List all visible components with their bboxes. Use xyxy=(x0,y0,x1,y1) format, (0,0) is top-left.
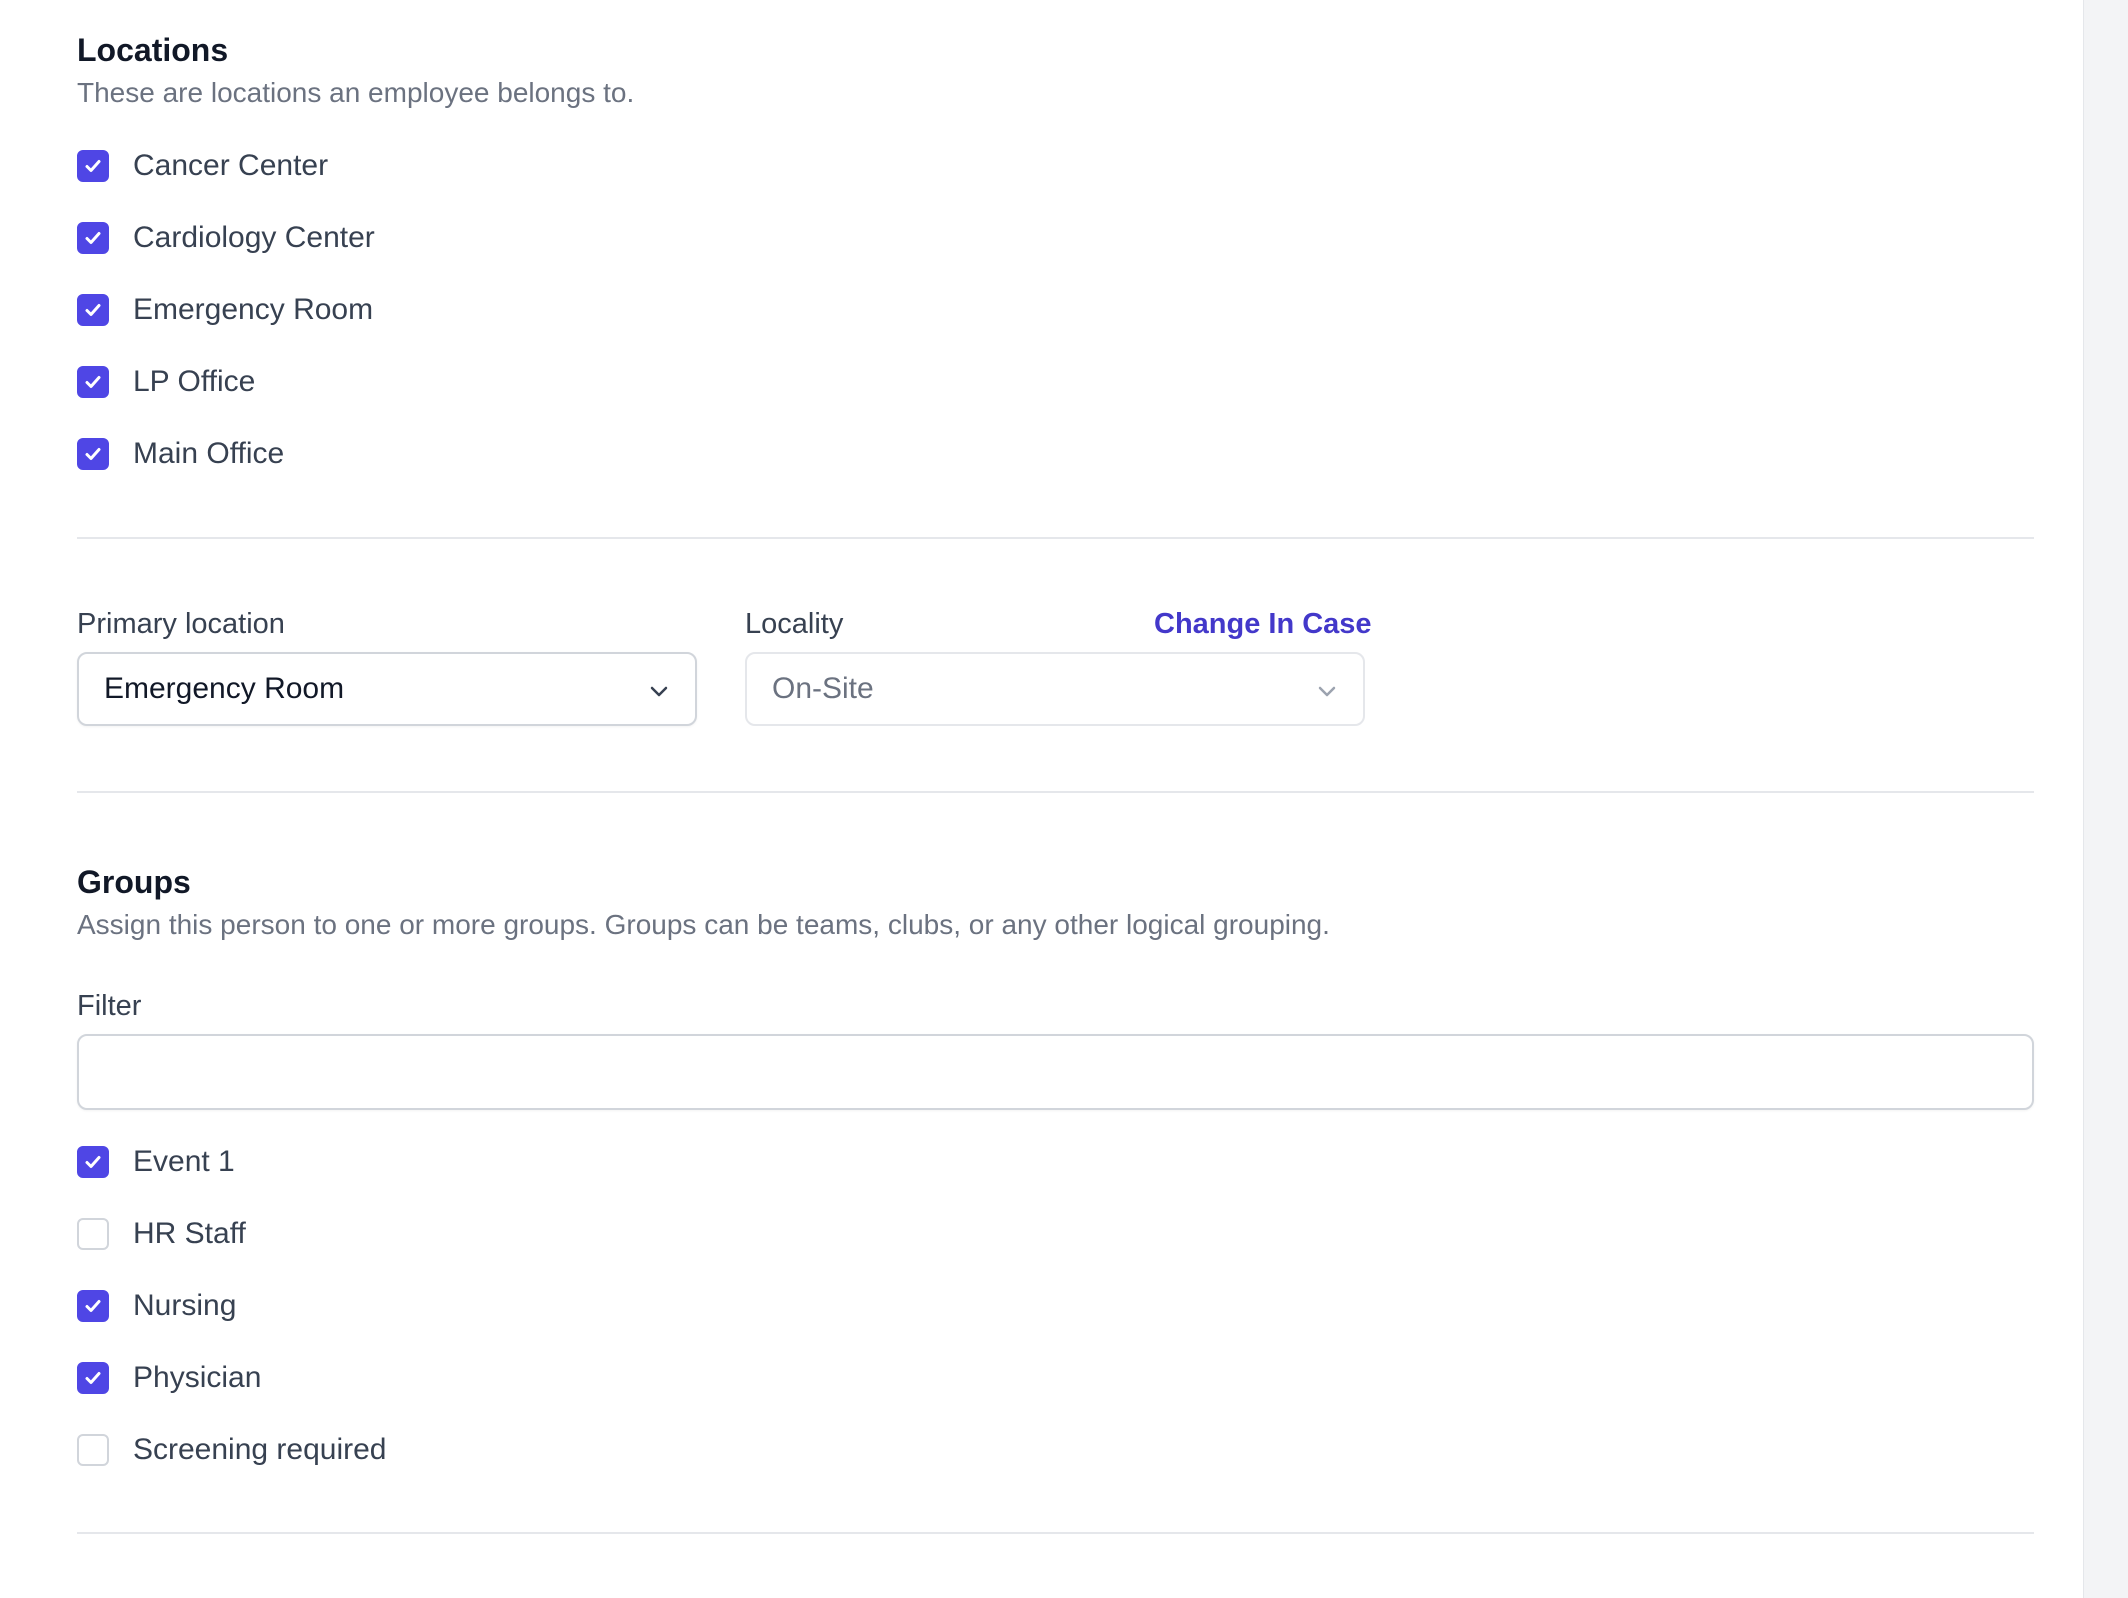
check-icon xyxy=(85,1372,101,1384)
check-icon xyxy=(85,1300,101,1312)
group-label: Screening required xyxy=(133,1433,387,1466)
locality-label: Locality xyxy=(745,608,844,640)
group-label: Nursing xyxy=(133,1289,237,1322)
checkbox-checked[interactable] xyxy=(77,150,109,182)
checkbox-checked[interactable] xyxy=(77,366,109,398)
check-icon xyxy=(85,160,101,172)
chevron-down-icon xyxy=(1318,686,1336,697)
group-item-event-1[interactable]: Event 1 xyxy=(77,1126,387,1198)
primary-location-value: Emergency Room xyxy=(104,672,345,705)
location-label: LP Office xyxy=(133,365,256,398)
checkbox-checked[interactable] xyxy=(77,294,109,326)
group-item-nursing[interactable]: Nursing xyxy=(77,1270,387,1342)
location-item-lp-office[interactable]: LP Office xyxy=(77,346,375,418)
group-label: Event 1 xyxy=(133,1145,235,1178)
group-item-physician[interactable]: Physician xyxy=(77,1342,387,1414)
filter-label: Filter xyxy=(77,990,142,1022)
groups-title: Groups xyxy=(77,864,191,900)
check-icon xyxy=(85,448,101,460)
location-label: Cardiology Center xyxy=(133,221,375,254)
group-item-screening-required[interactable]: Screening required xyxy=(77,1414,387,1486)
checkbox-checked[interactable] xyxy=(77,1362,109,1394)
check-icon xyxy=(85,1156,101,1168)
groups-description: Assign this person to one or more groups… xyxy=(77,909,1330,940)
chevron-down-icon xyxy=(650,686,668,697)
section-divider xyxy=(77,1532,2034,1534)
primary-location-select[interactable]: Emergency Room xyxy=(77,652,697,726)
filter-input[interactable] xyxy=(77,1034,2034,1110)
location-label: Main Office xyxy=(133,437,285,470)
locality-select[interactable]: On-Site xyxy=(745,652,1365,726)
checkbox-checked[interactable] xyxy=(77,222,109,254)
checkbox-unchecked[interactable] xyxy=(77,1218,109,1250)
group-label: Physician xyxy=(133,1361,262,1394)
check-icon xyxy=(85,376,101,388)
location-label: Cancer Center xyxy=(133,149,329,182)
location-label: Emergency Room xyxy=(133,293,374,326)
section-divider xyxy=(77,537,2034,539)
checkbox-unchecked[interactable] xyxy=(77,1434,109,1466)
check-icon xyxy=(85,232,101,244)
checkbox-checked[interactable] xyxy=(77,1290,109,1322)
checkbox-checked[interactable] xyxy=(77,1146,109,1178)
primary-location-label: Primary location xyxy=(77,608,285,640)
locations-description: These are locations an employee belongs … xyxy=(77,77,635,108)
location-item-cancer-center[interactable]: Cancer Center xyxy=(77,130,375,202)
group-item-hr-staff[interactable]: HR Staff xyxy=(77,1198,387,1270)
check-icon xyxy=(85,304,101,316)
location-item-main-office[interactable]: Main Office xyxy=(77,418,375,490)
location-item-cardiology-center[interactable]: Cardiology Center xyxy=(77,202,375,274)
location-item-emergency-room[interactable]: Emergency Room xyxy=(77,274,375,346)
groups-list: Event 1 HR Staff Nursing Physician Scree… xyxy=(77,1126,387,1486)
locality-value: On-Site xyxy=(772,672,874,705)
scrollbar-track[interactable] xyxy=(2083,0,2128,1598)
checkbox-checked[interactable] xyxy=(77,438,109,470)
locations-list: Cancer Center Cardiology Center Emergenc… xyxy=(77,130,375,490)
section-divider xyxy=(77,791,2034,793)
change-in-case-link[interactable]: Change In Case xyxy=(1154,606,1372,642)
locations-title: Locations xyxy=(77,32,229,68)
group-label: HR Staff xyxy=(133,1217,246,1250)
